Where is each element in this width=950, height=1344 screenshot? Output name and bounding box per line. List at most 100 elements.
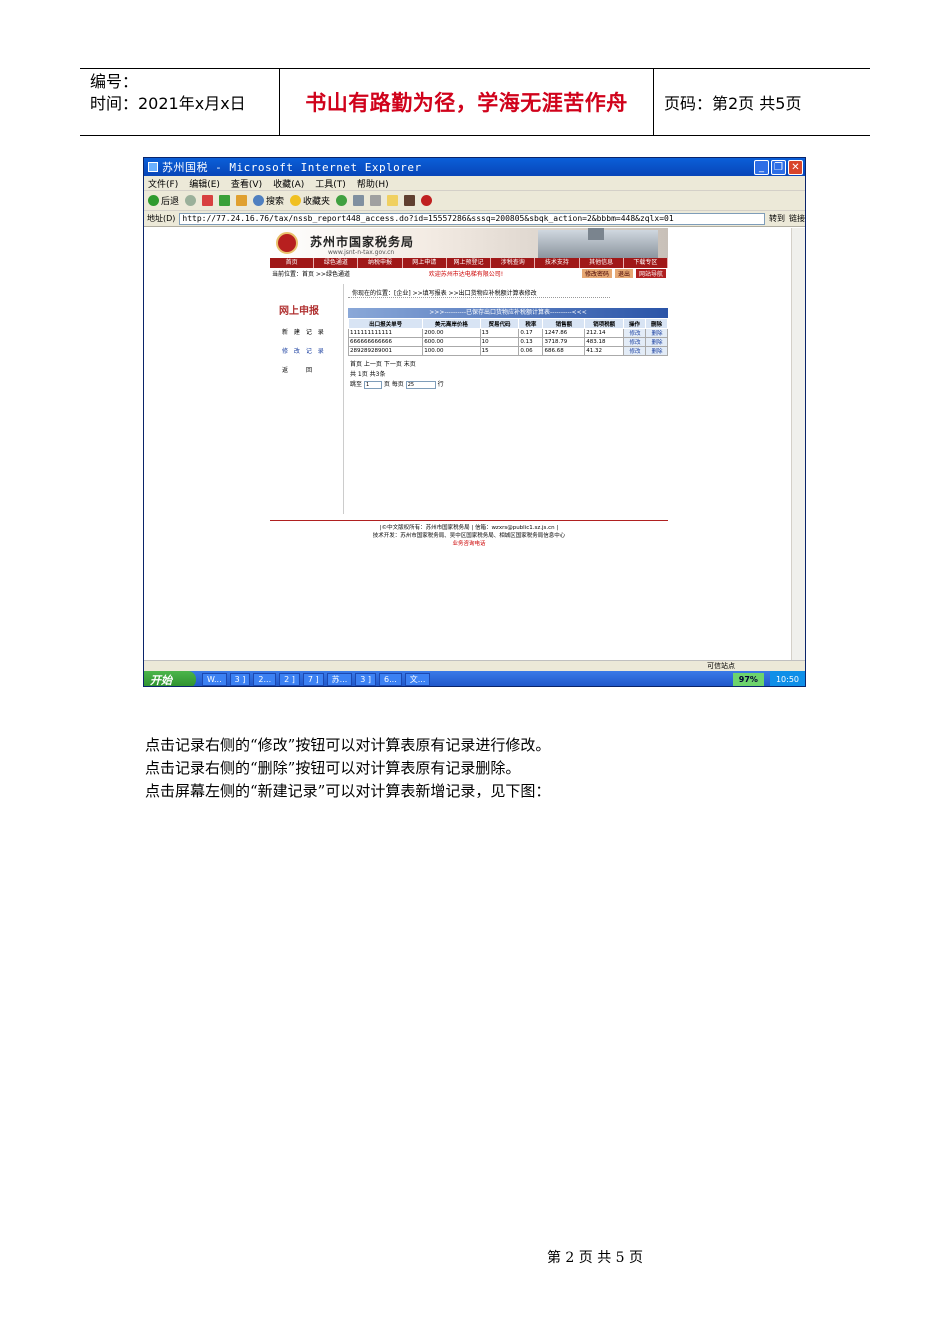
nav-item[interactable]: 涉税查询 (491, 258, 536, 268)
print-button[interactable] (370, 195, 382, 206)
forward-button[interactable] (185, 195, 197, 206)
delete-button[interactable]: 删除 (644, 328, 669, 338)
site-name: 苏州市国家税务局 (310, 235, 415, 249)
taskbar-item[interactable]: 文... (404, 673, 431, 686)
taskbar-item[interactable]: 3 ] (355, 673, 377, 686)
close-icon[interactable]: ✕ (788, 159, 803, 175)
per-page-select[interactable]: 25 (405, 380, 436, 389)
copyright-line: |©中文版权所有：苏州市国家税务局 | 信箱：wzxrs@public1.sz.… (379, 525, 559, 531)
site-nav: 首页 绿色通道 纳税申报 网上申请 网上预登记 涉税查询 技术支持 其他信息 下… (270, 258, 668, 268)
cell: 0.06 (518, 346, 544, 356)
system-tray: 10:50 (769, 671, 805, 686)
jump-select[interactable]: 1 (363, 380, 382, 389)
table-row: 666666666666 600.00 10 0.13 3718.79 483.… (347, 337, 669, 347)
cell: 212.14 (584, 328, 625, 338)
status-bar: 可信站点 (144, 660, 805, 671)
minimize-icon[interactable]: _ (754, 159, 769, 175)
site-footer: |©中文版权所有：苏州市国家税务局 | 信箱：wzxrs@public1.sz.… (270, 520, 668, 548)
developer-line: 技术开发：苏州市国家税务局、吴中区国家税务局、相城区国家税务局信息中心 (372, 533, 566, 539)
messenger-button[interactable] (421, 195, 433, 206)
pager-info: 共 1页 共3条 (350, 371, 386, 378)
table-title: >>>----------已保存出口货物应补税额计算表----------<<< (348, 308, 668, 318)
modify-record-link[interactable]: 修 改 记 录 (282, 346, 343, 355)
per-page-label: 每页 (391, 381, 404, 388)
exit-button[interactable]: 退出 (614, 269, 633, 278)
tool-button[interactable] (404, 195, 416, 206)
menu-help[interactable]: 帮助(H) (357, 177, 389, 190)
nav-item[interactable]: 下载专区 (624, 258, 668, 268)
stop-button[interactable] (202, 195, 214, 206)
messenger-icon (421, 195, 433, 206)
cell: 10 (479, 337, 520, 347)
menu-file[interactable]: 文件(F) (148, 177, 178, 190)
records-table: 出口报关单号 美元离岸价格 贸易代码 税率 销售额 销项税额 操作 删除 111 (347, 318, 669, 356)
modify-button[interactable]: 修改 (623, 337, 646, 347)
refresh-button[interactable] (219, 195, 231, 206)
col-header: 销售额 (542, 318, 586, 329)
menu-favorites[interactable]: 收藏(A) (273, 177, 304, 190)
new-record-link[interactable]: 新 建 记 录 (282, 327, 343, 336)
go-button[interactable]: 转到 (769, 213, 785, 224)
delete-button[interactable]: 删除 (644, 337, 669, 347)
col-header: 税率 (518, 318, 544, 329)
toolbar: 后退 搜索 收藏夹 (144, 191, 805, 211)
window-title: 苏州国税 - Microsoft Internet Explorer (162, 161, 422, 174)
col-header: 出口报关单号 (347, 318, 424, 329)
zoom-indicator[interactable]: 97% (732, 673, 764, 686)
location-bar: 当前位置：首页 >>绿色通道 欢迎苏州市达电梯有限公司! 修改密码 退出 网站导… (270, 268, 668, 279)
taskbar-item[interactable]: 2... (253, 673, 277, 686)
vertical-scrollbar[interactable] (791, 228, 805, 660)
pager-controls: 跳至 1 页 每页 25 行 (350, 380, 668, 390)
mail-icon (353, 195, 365, 206)
menu-view[interactable]: 查看(V) (231, 177, 262, 190)
site-nav-button[interactable]: 网站导航 (635, 269, 666, 278)
cell: 41.32 (584, 346, 625, 356)
delete-button[interactable]: 删除 (644, 346, 669, 356)
nav-item[interactable]: 网上申请 (403, 258, 447, 268)
links-label[interactable]: 链接 (789, 213, 805, 224)
site-url: www.jsnt-n-tax.gov.cn (328, 249, 395, 256)
hotline-link[interactable]: 业务咨询电话 (270, 540, 668, 548)
instruction-line: 点击记录右侧的“删除”按钮可以对计算表原有记录删除。 (145, 759, 521, 777)
col-header: 贸易代码 (479, 318, 520, 329)
home-button[interactable] (236, 195, 248, 206)
restore-icon[interactable]: ❐ (771, 159, 786, 175)
menu-bar: 文件(F) 编辑(E) 查看(V) 收藏(A) 工具(T) 帮助(H) (144, 176, 805, 191)
cell: 600.00 (422, 337, 481, 347)
back-link[interactable]: 返 回 (282, 365, 343, 374)
nav-item[interactable]: 网上预登记 (447, 258, 492, 268)
taskbar: 开始 W... 3 ] 2... 2 ] 7 ] 苏... 3 ] 6... 文… (144, 671, 805, 686)
star-icon (290, 195, 302, 206)
start-button[interactable]: 开始 (144, 671, 196, 686)
modify-password-button[interactable]: 修改密码 (581, 269, 612, 278)
nav-item[interactable]: 技术支持 (535, 258, 580, 268)
nav-item[interactable]: 绿色通道 (314, 258, 359, 268)
taskbar-items: W... 3 ] 2... 2 ] 7 ] 苏... 3 ] 6... 文... (196, 673, 733, 686)
taskbar-item[interactable]: 7 ] (302, 673, 324, 686)
modify-button[interactable]: 修改 (623, 328, 646, 338)
taskbar-item[interactable]: 6... (379, 673, 402, 686)
taskbar-item[interactable]: 2 ] (279, 673, 300, 686)
history-button[interactable] (336, 195, 348, 206)
favorites-button[interactable]: 收藏夹 (290, 194, 330, 207)
print-icon (370, 195, 382, 206)
nav-item[interactable]: 首页 (270, 258, 315, 268)
taskbar-item[interactable]: W... (202, 673, 227, 686)
back-button[interactable]: 后退 (148, 194, 179, 207)
stop-icon (202, 195, 214, 206)
menu-edit[interactable]: 编辑(E) (189, 177, 220, 190)
nav-item[interactable]: 其他信息 (580, 258, 624, 268)
nav-item[interactable]: 纳税申报 (358, 258, 403, 268)
modify-button[interactable]: 修改 (623, 346, 646, 356)
address-input[interactable]: http://77.24.16.76/tax/nssb_report448_ac… (179, 212, 765, 225)
folder-button[interactable] (387, 195, 399, 206)
taskbar-item[interactable]: 3 ] (229, 673, 251, 686)
cell: 289289289001 (347, 346, 424, 356)
pager-links[interactable]: 首页 上一页 下一页 末页 (350, 360, 668, 370)
welcome-text: 欢迎苏州市达电梯有限公司! (428, 271, 504, 278)
mail-button[interactable] (353, 195, 365, 206)
menu-tools[interactable]: 工具(T) (315, 177, 346, 190)
search-button[interactable]: 搜索 (253, 194, 284, 207)
taskbar-item[interactable]: 苏... (326, 673, 353, 686)
status-text: 可信站点 (707, 662, 735, 670)
